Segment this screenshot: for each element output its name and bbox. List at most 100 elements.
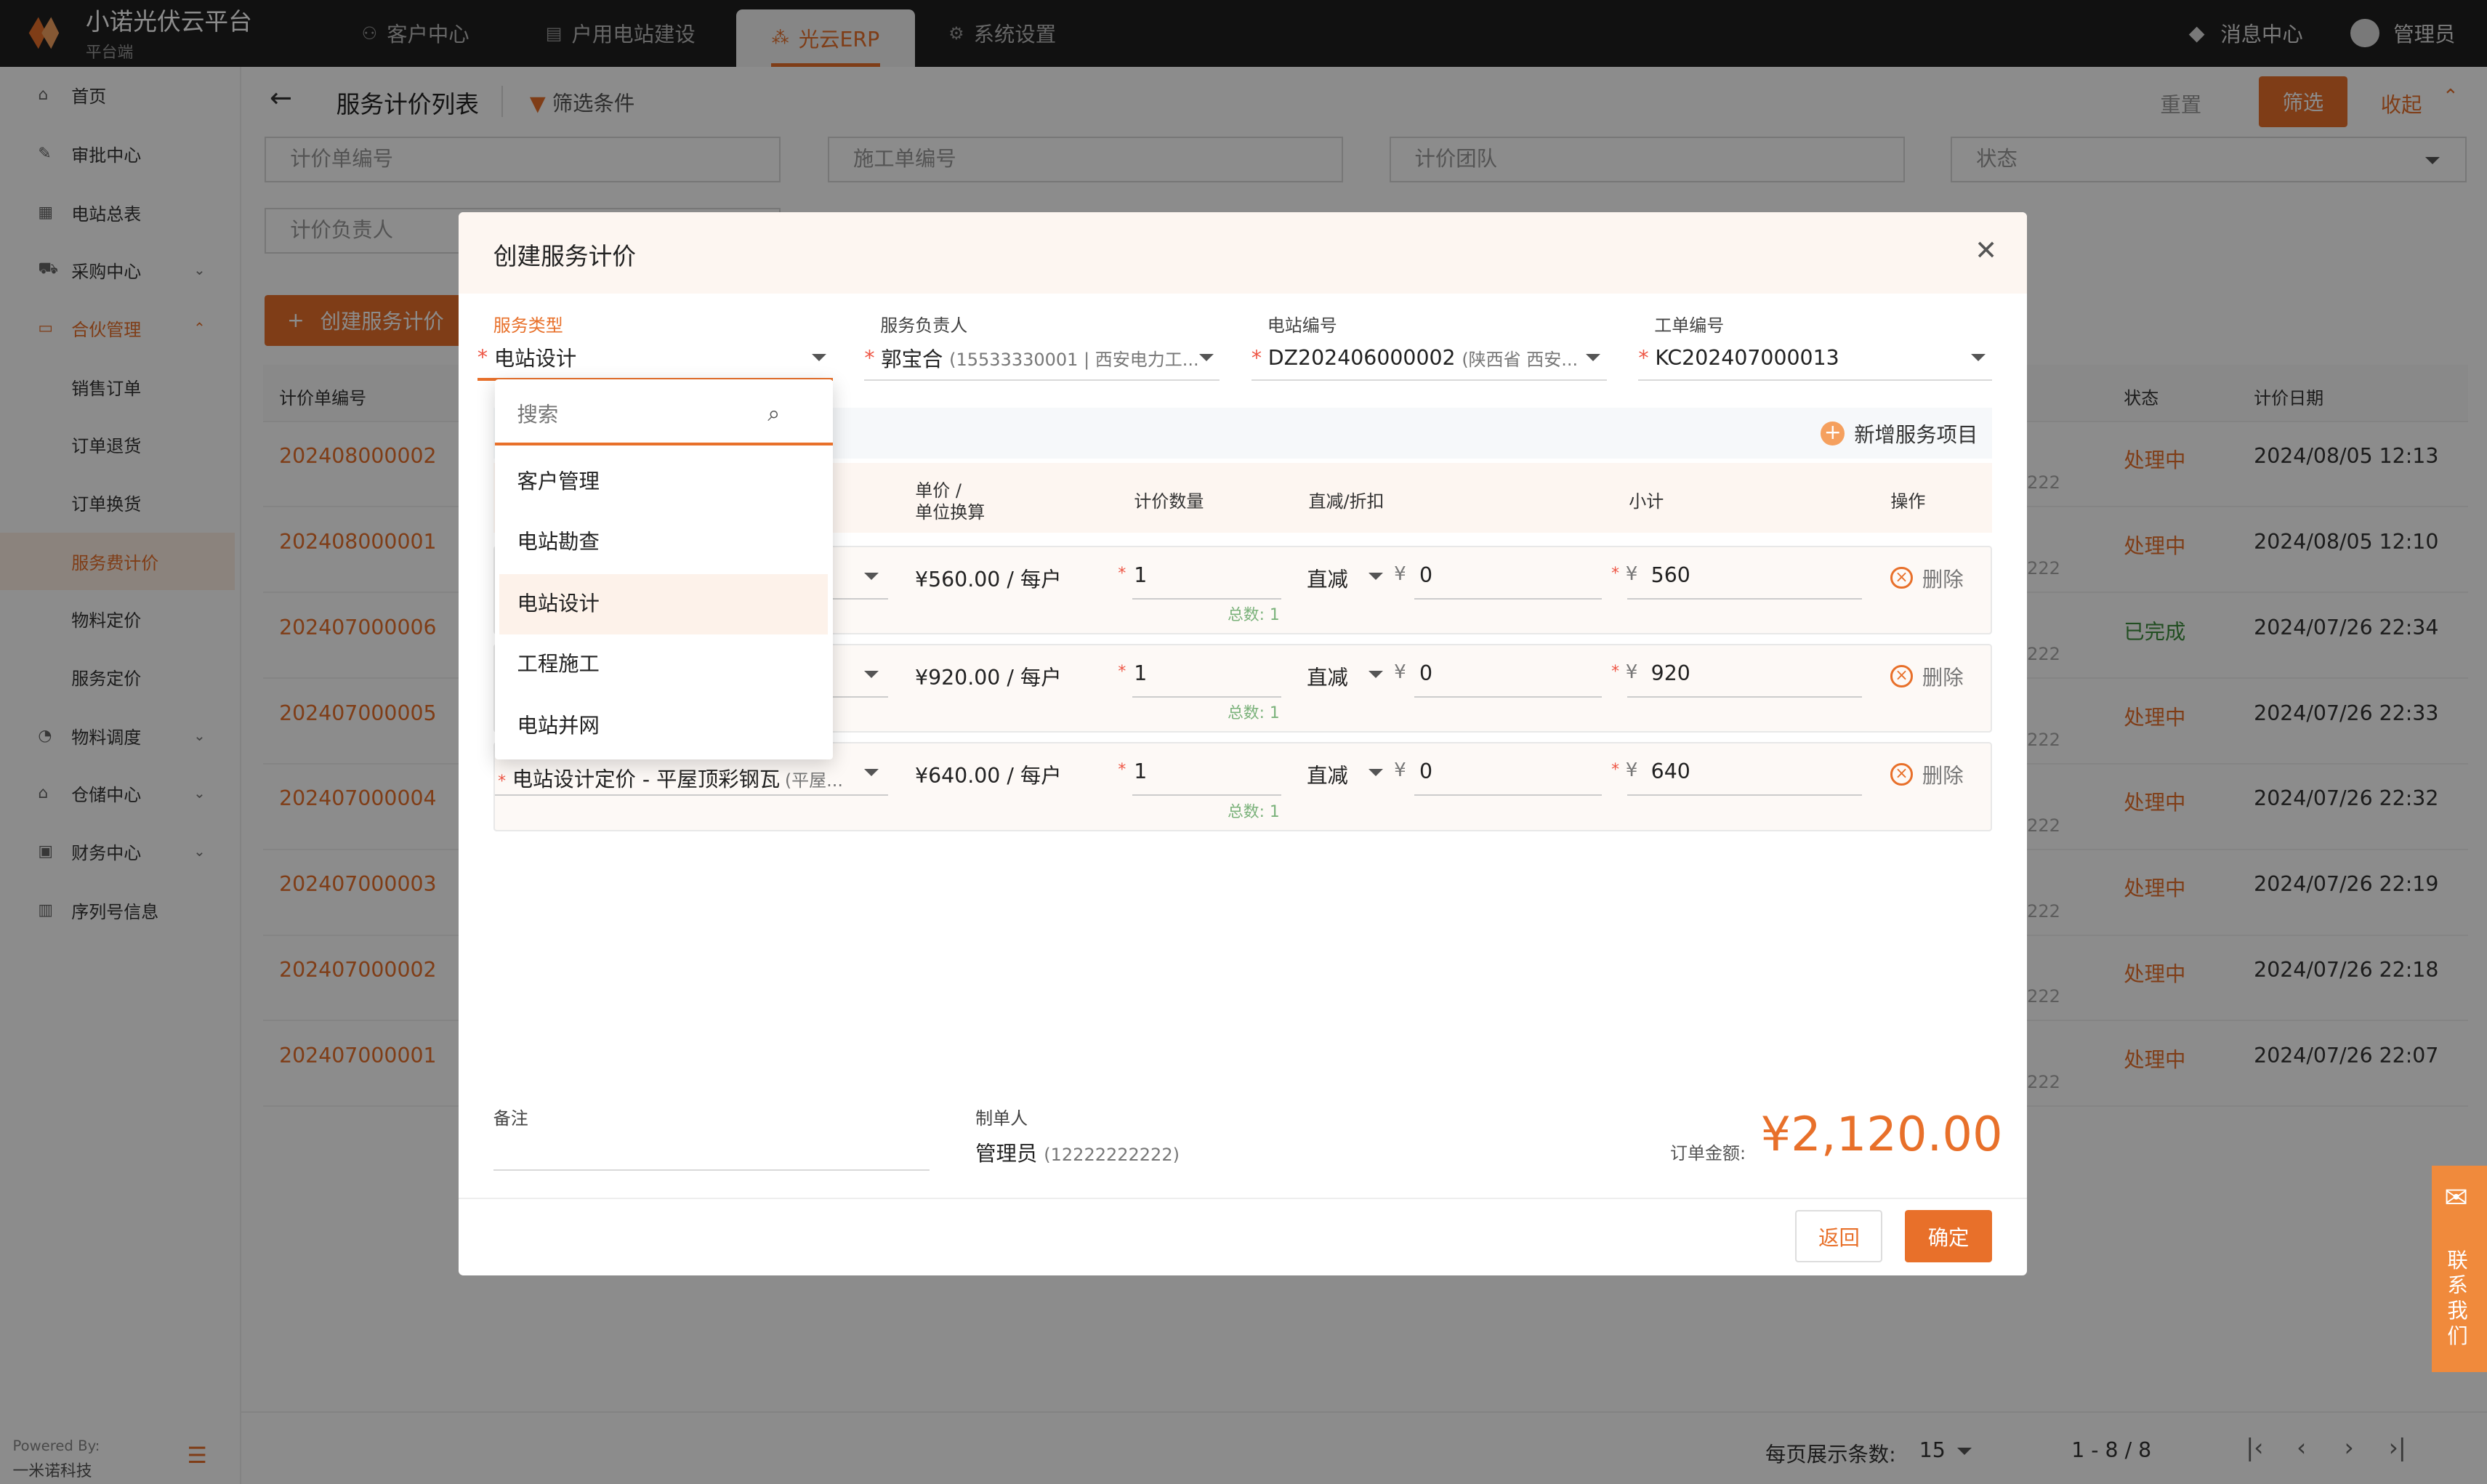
col-unit-conversion: 单位换算 [915,502,985,523]
item-total: 总数: 1 [1227,606,1280,625]
service-type-select[interactable]: * 电站设计 [477,336,833,381]
item-unit-price: ¥920.00 / 每户 [915,665,1062,690]
amount-label: 订单金额: [1670,1142,1746,1164]
contact-us-tab[interactable]: ✉ 联系我们 [2431,1166,2487,1372]
discount-input[interactable]: 0 [1419,759,1432,783]
divider [1627,597,1862,600]
maker-phone: (12222222222) [1044,1144,1180,1165]
item-name: 电站设计定价 - 平屋顶彩钢瓦 [512,767,781,791]
required-mark: * [1118,663,1126,682]
work-select[interactable]: * KC202407000013 [1638,336,1993,381]
mail-icon: ✉ [2444,1181,2468,1214]
owner-detail: (15533330001 | 西安电力工... [949,349,1199,370]
work-no: KC202407000013 [1655,345,1839,370]
caret-down-icon [1198,353,1214,361]
yen-symbol: ¥ [1625,562,1638,585]
app-root: 小诺光伏云平台 平台端 ⚇ 客户中心 ▤ 户用电站建设 ⁂ 光云ERP ⚙ 系统设置 ◆… [0,0,2487,1484]
delete-button[interactable]: × 删除 [1890,661,1964,691]
contact-label: 联系我们 [2447,1248,2468,1349]
back-button[interactable]: 返回 [1795,1210,1883,1263]
required-mark: * [1611,564,1620,583]
divider [494,794,888,797]
delete-button[interactable]: × 删除 [1890,563,1964,593]
work-label: 工单编号 [1654,315,1725,336]
yen-symbol: ¥ [1394,661,1406,683]
caret-down-icon [864,670,879,678]
item-unit-price: ¥560.00 / 每户 [915,567,1062,592]
caret-down-icon [864,769,879,776]
dropdown-option[interactable]: 工程施工 [499,634,828,695]
service-type-value: 电站设计 [493,346,577,371]
divider [1627,695,1862,698]
required-mark: * [1118,564,1126,583]
modal-header: 创建服务计价 ✕ [458,212,2028,294]
modal-title: 创建服务计价 [493,243,637,271]
caret-down-icon [1369,572,1384,580]
owner-select[interactable]: * 郭宝合 (15533330001 | 西安电力工... [864,336,1220,381]
divider [1414,695,1602,698]
item-unit-price: ¥640.00 / 每户 [915,764,1062,789]
yen-symbol: ¥ [1625,661,1638,683]
service-type-label: 服务类型 [493,315,563,336]
delete-label: 删除 [1922,567,1964,592]
subtotal-input[interactable]: 920 [1651,661,1690,685]
owner-label: 服务负责人 [880,315,968,336]
divider [1627,794,1862,797]
caret-down-icon [1369,769,1384,776]
order-amount: ¥2,120.00 [1760,1107,2003,1163]
item-name-select[interactable]: * 电站设计定价 - 平屋顶彩钢瓦 (平屋... [498,763,843,793]
item-qty-input[interactable]: 1 [1134,661,1147,685]
service-type-dropdown: ⌕ 客户管理 电站勘查 电站设计 工程施工 电站并网 [494,379,833,760]
required-mark: * [1611,761,1620,780]
remark-input[interactable] [493,1132,930,1171]
dropdown-option-selected[interactable]: 电站设计 [499,574,829,634]
caret-down-icon [864,572,879,580]
station-label: 电站编号 [1267,315,1337,336]
discount-input[interactable]: 0 [1419,661,1432,685]
divider [458,1197,2028,1199]
remark-label: 备注 [493,1108,528,1129]
yen-symbol: ¥ [1625,759,1638,782]
dropdown-search-input[interactable] [517,403,755,427]
subtotal-input[interactable]: 640 [1651,759,1690,783]
item-qty-input[interactable]: 1 [1134,563,1147,587]
divider [1132,597,1282,600]
col-operation: 操作 [1890,491,1926,512]
subtotal-input[interactable]: 560 [1651,563,1690,587]
discount-type-select[interactable]: 直减 [1307,759,1348,789]
required-mark: * [1611,663,1620,682]
owner-name: 郭宝合 [881,347,943,371]
divider [1414,794,1602,797]
discount-type-select[interactable]: 直减 [1307,661,1348,691]
maker-label: 制单人 [975,1108,1028,1129]
caret-down-icon [812,353,827,361]
dropdown-option[interactable]: 客户管理 [499,452,828,512]
divider [1132,794,1282,797]
col-qty: 计价数量 [1134,491,1204,512]
dropdown-option[interactable]: 电站并网 [499,696,828,757]
item-total: 总数: 1 [1227,704,1280,723]
station-no: DZ202406000002 [1267,345,1456,370]
item-total: 总数: 1 [1227,802,1280,821]
close-icon[interactable]: ✕ [1975,235,1997,266]
search-icon: ⌕ [767,401,781,427]
item-qty-input[interactable]: 1 [1134,759,1147,783]
delete-label: 删除 [1922,665,1964,690]
add-item-button[interactable]: + 新增服务项目 [1821,419,1978,448]
dropdown-search[interactable]: ⌕ [494,392,833,446]
add-item-label: 新增服务项目 [1854,423,1978,448]
discount-type-select[interactable]: 直减 [1307,563,1348,593]
station-select[interactable]: * DZ202406000002 (陕西省 西安... [1251,336,1607,381]
yen-symbol: ¥ [1394,562,1406,585]
item-detail: (平屋... [784,770,844,791]
divider [1132,695,1282,698]
close-circle-icon: × [1890,566,1913,589]
col-discount: 直减/折扣 [1308,491,1384,512]
confirm-button[interactable]: 确定 [1905,1210,1993,1263]
discount-input[interactable]: 0 [1419,563,1432,587]
dropdown-option[interactable]: 电站勘查 [499,512,828,573]
divider [1414,597,1602,600]
maker-name: 管理员 [975,1141,1038,1166]
delete-button[interactable]: × 删除 [1890,759,1964,789]
station-detail: (陕西省 西安... [1462,349,1579,370]
